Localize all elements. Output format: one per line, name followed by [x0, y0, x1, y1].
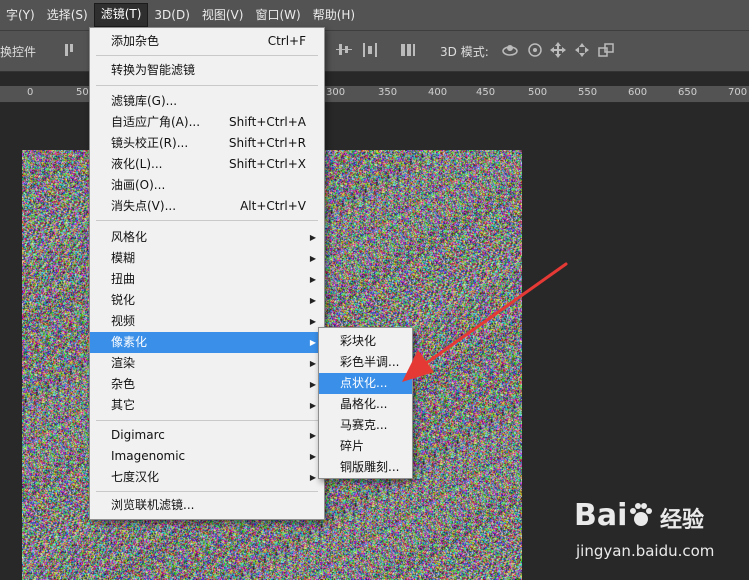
align-top-icon[interactable]: [62, 40, 82, 60]
ruler-tick: 600: [628, 87, 648, 98]
menu-view[interactable]: 视图(V): [196, 4, 250, 26]
menu-separator: [96, 220, 318, 221]
menu-item-vanishing-point[interactable]: 消失点(V)... Alt+Ctrl+V: [90, 196, 324, 217]
ruler-tick: 500: [528, 87, 548, 98]
menu-item-pointillize[interactable]: 点状化...: [319, 373, 412, 394]
show-transform-controls-label[interactable]: 换控件: [0, 43, 36, 60]
ruler-tick: 350: [378, 87, 398, 98]
filter-menu: 添加杂色 Ctrl+F 转换为智能滤镜 滤镜库(G)... 自适应广角(A)...…: [89, 27, 325, 520]
menu-item-add-noise[interactable]: 添加杂色 Ctrl+F: [90, 31, 324, 52]
auto-align-icon[interactable]: [398, 40, 418, 60]
menu-item-liquify[interactable]: 液化(L)... Shift+Ctrl+X: [90, 154, 324, 175]
menu-item-stylize[interactable]: 风格化 ▶: [90, 227, 324, 248]
submenu-arrow-icon: ▶: [309, 473, 316, 482]
menu-separator: [96, 491, 318, 492]
menu-separator: [96, 85, 318, 86]
menu-separator: [96, 55, 318, 56]
submenu-arrow-icon: ▶: [309, 254, 316, 263]
submenu-arrow-icon: ▶: [309, 233, 316, 242]
menu-item-blur[interactable]: 模糊 ▶: [90, 248, 324, 269]
menu-filter[interactable]: 滤镜(T): [93, 3, 149, 27]
menu-item-convert-smart-filter[interactable]: 转换为智能滤镜: [90, 60, 324, 81]
menu-item-imagenomic[interactable]: Imagenomic ▶: [90, 446, 324, 467]
submenu-arrow-icon: ▶: [309, 296, 316, 305]
menu-item-color-halftone[interactable]: 彩色半调...: [319, 352, 412, 373]
align-vcenter-icon[interactable]: [334, 40, 354, 60]
menu-item-sharpen[interactable]: 锐化 ▶: [90, 290, 324, 311]
menu-type[interactable]: 字(Y): [0, 4, 41, 26]
3d-roll-icon[interactable]: [525, 40, 545, 60]
watermark-brand: Bai: [574, 498, 628, 533]
menu-item-browse-online-filters[interactable]: 浏览联机滤镜...: [90, 495, 324, 516]
menu-item-mosaic[interactable]: 马赛克...: [319, 415, 412, 436]
ruler-tick: 450: [476, 87, 496, 98]
menu-item-noise[interactable]: 杂色 ▶: [90, 374, 324, 395]
ruler-tick: 650: [678, 87, 698, 98]
menu-item-adaptive-wide-angle[interactable]: 自适应广角(A)... Shift+Ctrl+A: [90, 112, 324, 133]
submenu-arrow-icon: ▶: [309, 317, 316, 326]
menu-item-distort[interactable]: 扭曲 ▶: [90, 269, 324, 290]
distribute-icon[interactable]: [360, 40, 380, 60]
menu-select[interactable]: 选择(S): [41, 4, 94, 26]
submenu-arrow-icon: ▶: [309, 431, 316, 440]
ruler-tick: 400: [428, 87, 448, 98]
3d-orbit-icon[interactable]: [500, 40, 520, 60]
paw-logo-icon: [630, 503, 652, 526]
menu-item-qidu-hanhua[interactable]: 七度汉化 ▶: [90, 467, 324, 488]
3d-slide-icon[interactable]: [572, 40, 592, 60]
submenu-arrow-icon: ▶: [309, 380, 316, 389]
menu-item-digimarc[interactable]: Digimarc ▶: [90, 425, 324, 446]
menu-item-other[interactable]: 其它 ▶: [90, 395, 324, 416]
menu-item-oil-paint[interactable]: 油画(O)...: [90, 175, 324, 196]
baidu-jingyan-watermark: Bai 经验 jingyan.baidu.com: [574, 494, 744, 574]
watermark-brand-suffix: 经验: [660, 508, 705, 533]
ruler-tick: 550: [578, 87, 598, 98]
3d-pan-icon[interactable]: [548, 40, 568, 60]
ruler-tick: 700: [728, 87, 748, 98]
submenu-arrow-icon: ▶: [309, 359, 316, 368]
menu-3d[interactable]: 3D(D): [148, 4, 195, 26]
menu-separator: [96, 420, 318, 421]
ruler-tick: 50: [76, 87, 89, 98]
pixelate-submenu: 彩块化 彩色半调... 点状化... 晶格化... 马赛克... 碎片 铜版雕刻…: [318, 327, 413, 479]
menu-window[interactable]: 窗口(W): [249, 4, 306, 26]
menu-item-pixelate[interactable]: 像素化 ▶: [90, 332, 324, 353]
menu-help[interactable]: 帮助(H): [307, 4, 361, 26]
ruler-tick: 300: [326, 87, 346, 98]
submenu-arrow-icon: ▶: [309, 338, 316, 347]
menu-item-crystallize[interactable]: 晶格化...: [319, 394, 412, 415]
menu-item-fragment[interactable]: 碎片: [319, 436, 412, 457]
3d-mode-label: 3D 模式:: [440, 45, 489, 59]
menu-item-facet[interactable]: 彩块化: [319, 331, 412, 352]
menu-bar: 字(Y) 选择(S) 滤镜(T) 3D(D) 视图(V) 窗口(W) 帮助(H): [0, 0, 749, 30]
watermark-url: jingyan.baidu.com: [576, 542, 715, 560]
3d-scale-icon[interactable]: [596, 40, 616, 60]
submenu-arrow-icon: ▶: [309, 401, 316, 410]
menu-item-mezzotint[interactable]: 铜版雕刻...: [319, 457, 412, 478]
ruler-tick: 0: [27, 87, 34, 98]
menu-item-lens-correction[interactable]: 镜头校正(R)... Shift+Ctrl+R: [90, 133, 324, 154]
menu-item-render[interactable]: 渲染 ▶: [90, 353, 324, 374]
menu-item-video[interactable]: 视频 ▶: [90, 311, 324, 332]
submenu-arrow-icon: ▶: [309, 452, 316, 461]
menu-item-filter-gallery[interactable]: 滤镜库(G)...: [90, 91, 324, 112]
submenu-arrow-icon: ▶: [309, 275, 316, 284]
